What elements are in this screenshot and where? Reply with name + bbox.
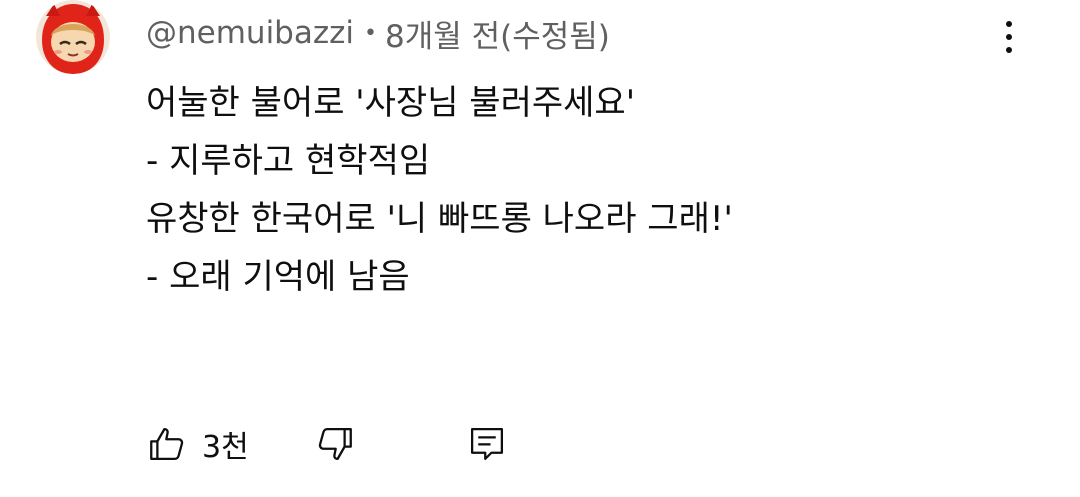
avatar[interactable] bbox=[36, 0, 110, 74]
comment-time[interactable]: 8개월 전(수정됨) bbox=[385, 11, 610, 56]
more-vert-icon-dot bbox=[1006, 34, 1012, 40]
avatar-image bbox=[36, 0, 110, 74]
like-count: 3천 bbox=[202, 430, 249, 465]
author-name[interactable]: @nemuibazzi bbox=[146, 15, 354, 51]
comment-line: 어눌한 불어로 '사장님 불러주세요' bbox=[146, 83, 636, 123]
reply-button[interactable] bbox=[466, 414, 508, 474]
more-vert-icon-dot bbox=[1006, 47, 1012, 53]
comment-header: @nemuibazzi • 8개월 전(수정됨) bbox=[146, 8, 610, 58]
comment-line: 유창한 한국어로 '니 빠뜨롱 나오라 그래!' bbox=[146, 199, 733, 239]
comment-line: - 오래 기억에 남음 bbox=[146, 257, 410, 297]
thumbs-down-icon bbox=[314, 423, 356, 465]
comment-icon bbox=[466, 423, 508, 465]
thumbs-up-icon bbox=[146, 423, 188, 465]
like-button[interactable]: 3천 bbox=[146, 414, 249, 474]
comment-actions: 3천 bbox=[146, 414, 646, 474]
comment-line: - 지루하고 현학적임 bbox=[146, 141, 431, 181]
more-vert-icon bbox=[1006, 21, 1012, 27]
separator-dot: • bbox=[364, 20, 377, 46]
dislike-button[interactable] bbox=[314, 414, 356, 474]
more-options-button[interactable] bbox=[994, 14, 1024, 60]
comment-text: 어눌한 불어로 '사장님 불러주세요' - 지루하고 현학적임 유창한 한국어로… bbox=[146, 74, 1046, 306]
